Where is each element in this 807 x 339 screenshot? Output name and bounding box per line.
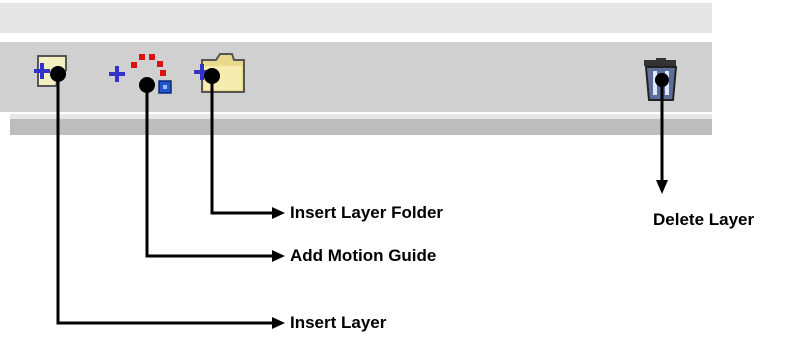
callout-connectors bbox=[50, 66, 669, 329]
insert-layer-folder-label: Insert Layer Folder bbox=[290, 203, 444, 222]
insert-layer-label: Insert Layer bbox=[290, 313, 387, 332]
delete-layer-label: Delete Layer bbox=[653, 210, 755, 229]
add-motion-guide-label: Add Motion Guide bbox=[290, 246, 437, 265]
